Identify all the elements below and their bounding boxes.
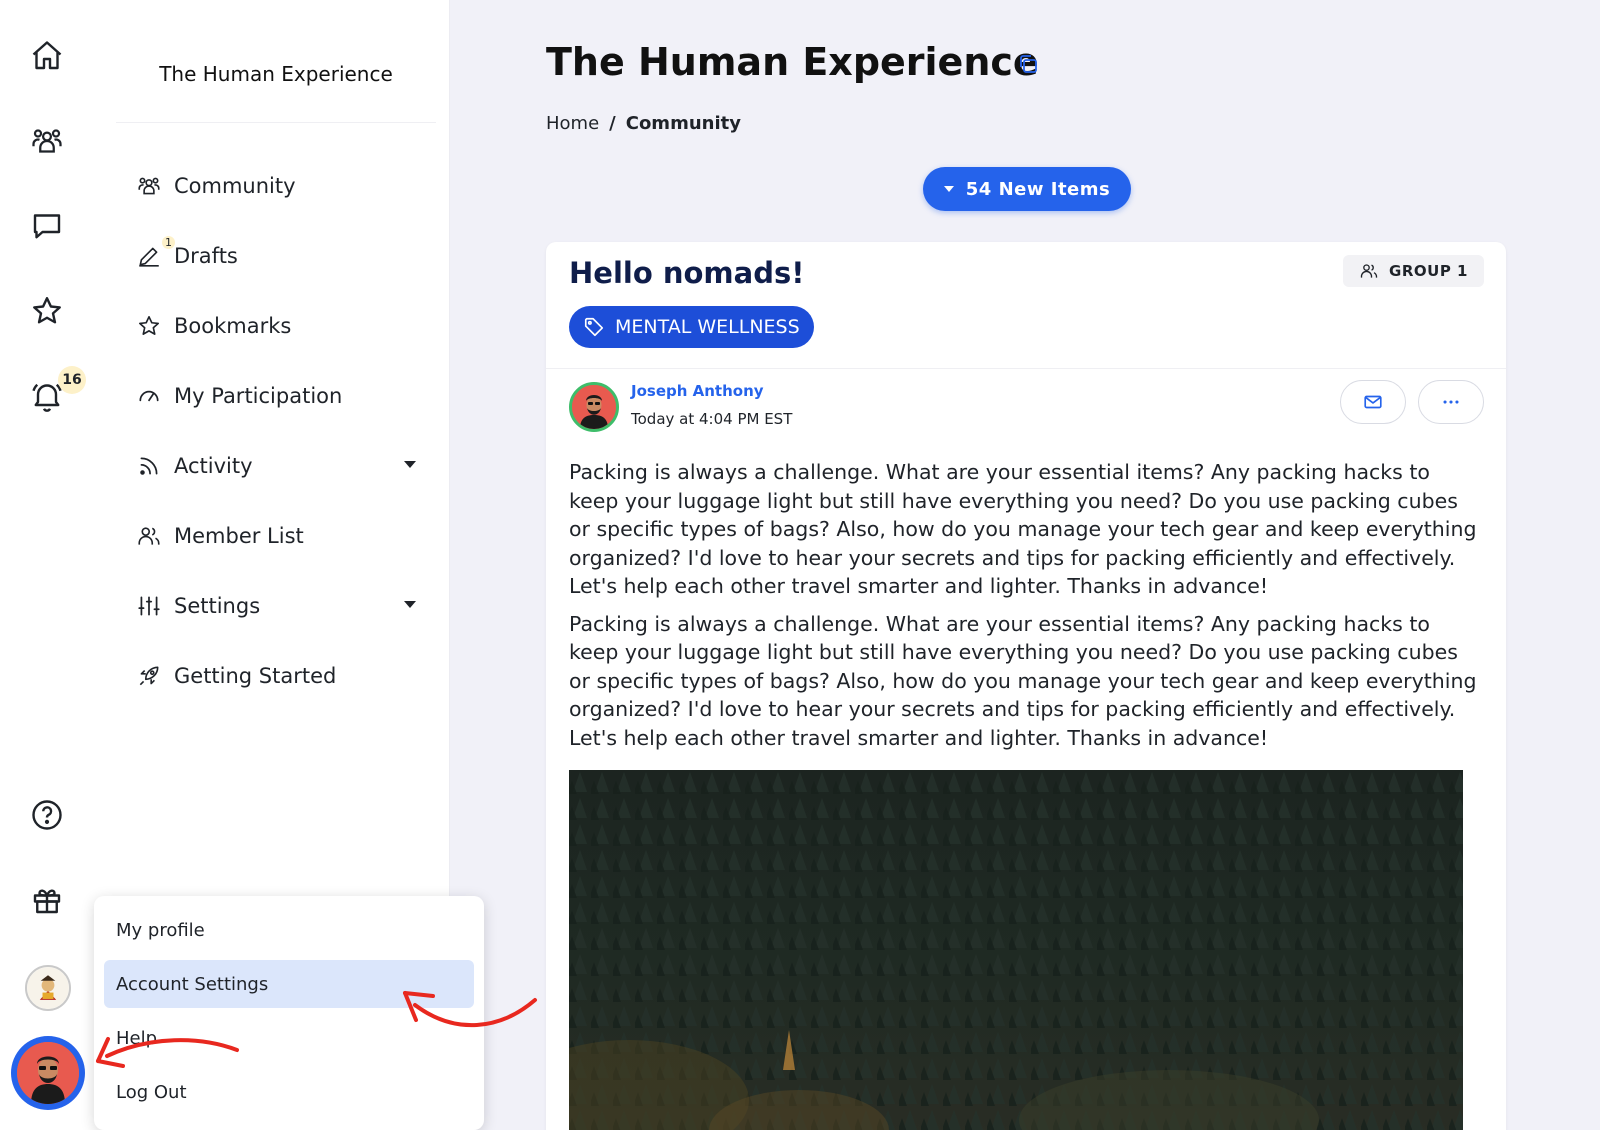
page-title: The Human Experience [546,40,1039,84]
sidebar-item-label: Community [174,174,296,198]
members-icon [1360,264,1378,278]
sidebar-item-my-participation[interactable]: My Participation [136,374,426,418]
author-avatar[interactable] [569,382,619,432]
sidebar-item-label: Bookmarks [174,314,292,338]
community-avatar[interactable] [25,965,71,1011]
help-icon[interactable] [27,795,67,835]
post-paragraph: Packing is always a challenge. What are … [569,611,1477,750]
sidebar-item-drafts[interactable]: 1 Drafts [136,234,426,278]
menu-item-my-profile[interactable]: My profile [104,906,474,954]
home-icon[interactable] [27,36,67,76]
gift-icon[interactable] [27,880,67,920]
rocket-icon [139,666,159,686]
more-options-button[interactable] [1418,380,1484,424]
sidebar-item-label: Member List [174,524,304,548]
post-image-forest[interactable] [569,770,1463,1130]
mail-icon [1364,395,1382,409]
user-avatar-button[interactable] [11,1036,85,1110]
sidebar-item-label: Drafts [174,244,238,268]
tag-icon [584,317,604,337]
chevron-down-icon[interactable] [404,461,416,468]
post-paragraph: Packing is always a challenge. What are … [569,460,1477,598]
star-icon[interactable] [27,291,67,331]
more-dots-icon [1443,400,1459,404]
breadcrumb-current: Community [625,113,741,134]
group-chip[interactable]: GROUP 1 [1343,255,1484,287]
sidebar-item-member-list[interactable]: Member List [136,514,426,558]
sidebar-item-getting-started[interactable]: Getting Started [136,654,426,698]
group-name: GROUP 1 [1389,262,1468,280]
post-title[interactable]: Hello nomads! [569,256,804,290]
pencil-icon [139,247,159,267]
sidebar-item-bookmarks[interactable]: Bookmarks [136,304,426,348]
message-author-button[interactable] [1340,380,1406,424]
author-name-link[interactable]: Joseph Anthony [631,382,764,400]
copy-icon[interactable] [1016,52,1040,76]
sliders-icon [138,596,160,616]
card-divider [546,368,1506,369]
icon-rail: 16 [0,0,102,1130]
tag-label: MENTAL WELLNESS [615,316,800,338]
new-items-button[interactable]: 54 New Items [923,167,1131,211]
members-icon [138,527,160,545]
post-timestamp: Today at 4:04 PM EST [631,410,793,428]
groups-icon[interactable] [27,121,67,161]
main-content: The Human Experience Home / Community 54… [450,0,1600,1130]
sidebar-divider [116,122,436,123]
post-body: Packing is always a challenge. What are … [569,458,1481,761]
new-items-label: 54 New Items [965,178,1111,200]
caret-down-icon [943,186,954,192]
sidebar-item-label: My Participation [174,384,343,408]
sidebar-item-community[interactable]: Community [136,164,426,208]
breadcrumb-separator: / [609,113,616,134]
sidebar-item-label: Settings [174,594,261,618]
notification-count-badge: 16 [58,366,86,394]
post-card: Hello nomads! GROUP 1 MENTAL WELLNESS Jo… [546,242,1506,1130]
menu-item-account-settings[interactable]: Account Settings [104,960,474,1008]
sidebar-item-label: Activity [174,454,253,478]
sidebar-item-activity[interactable]: Activity [136,444,426,488]
gauge-icon [139,390,159,402]
drafts-count-badge: 1 [162,236,175,249]
breadcrumb: Home / Community [546,113,741,134]
menu-item-log-out[interactable]: Log Out [104,1068,474,1116]
sidebar-item-label: Getting Started [174,664,337,688]
community-icon [138,177,160,195]
sidebar-title: The Human Experience [159,62,393,86]
sidebar-item-settings[interactable]: Settings [136,584,426,628]
menu-item-help[interactable]: Help [104,1014,474,1062]
rss-icon [140,457,158,475]
star-icon [138,315,160,335]
chat-icon[interactable] [27,206,67,246]
tag-chip[interactable]: MENTAL WELLNESS [569,306,814,348]
profile-dropdown-menu: My profile Account Settings Help Log Out [94,896,484,1130]
chevron-down-icon[interactable] [404,601,416,608]
user-avatar [17,1042,79,1104]
breadcrumb-home-link[interactable]: Home [546,113,599,134]
